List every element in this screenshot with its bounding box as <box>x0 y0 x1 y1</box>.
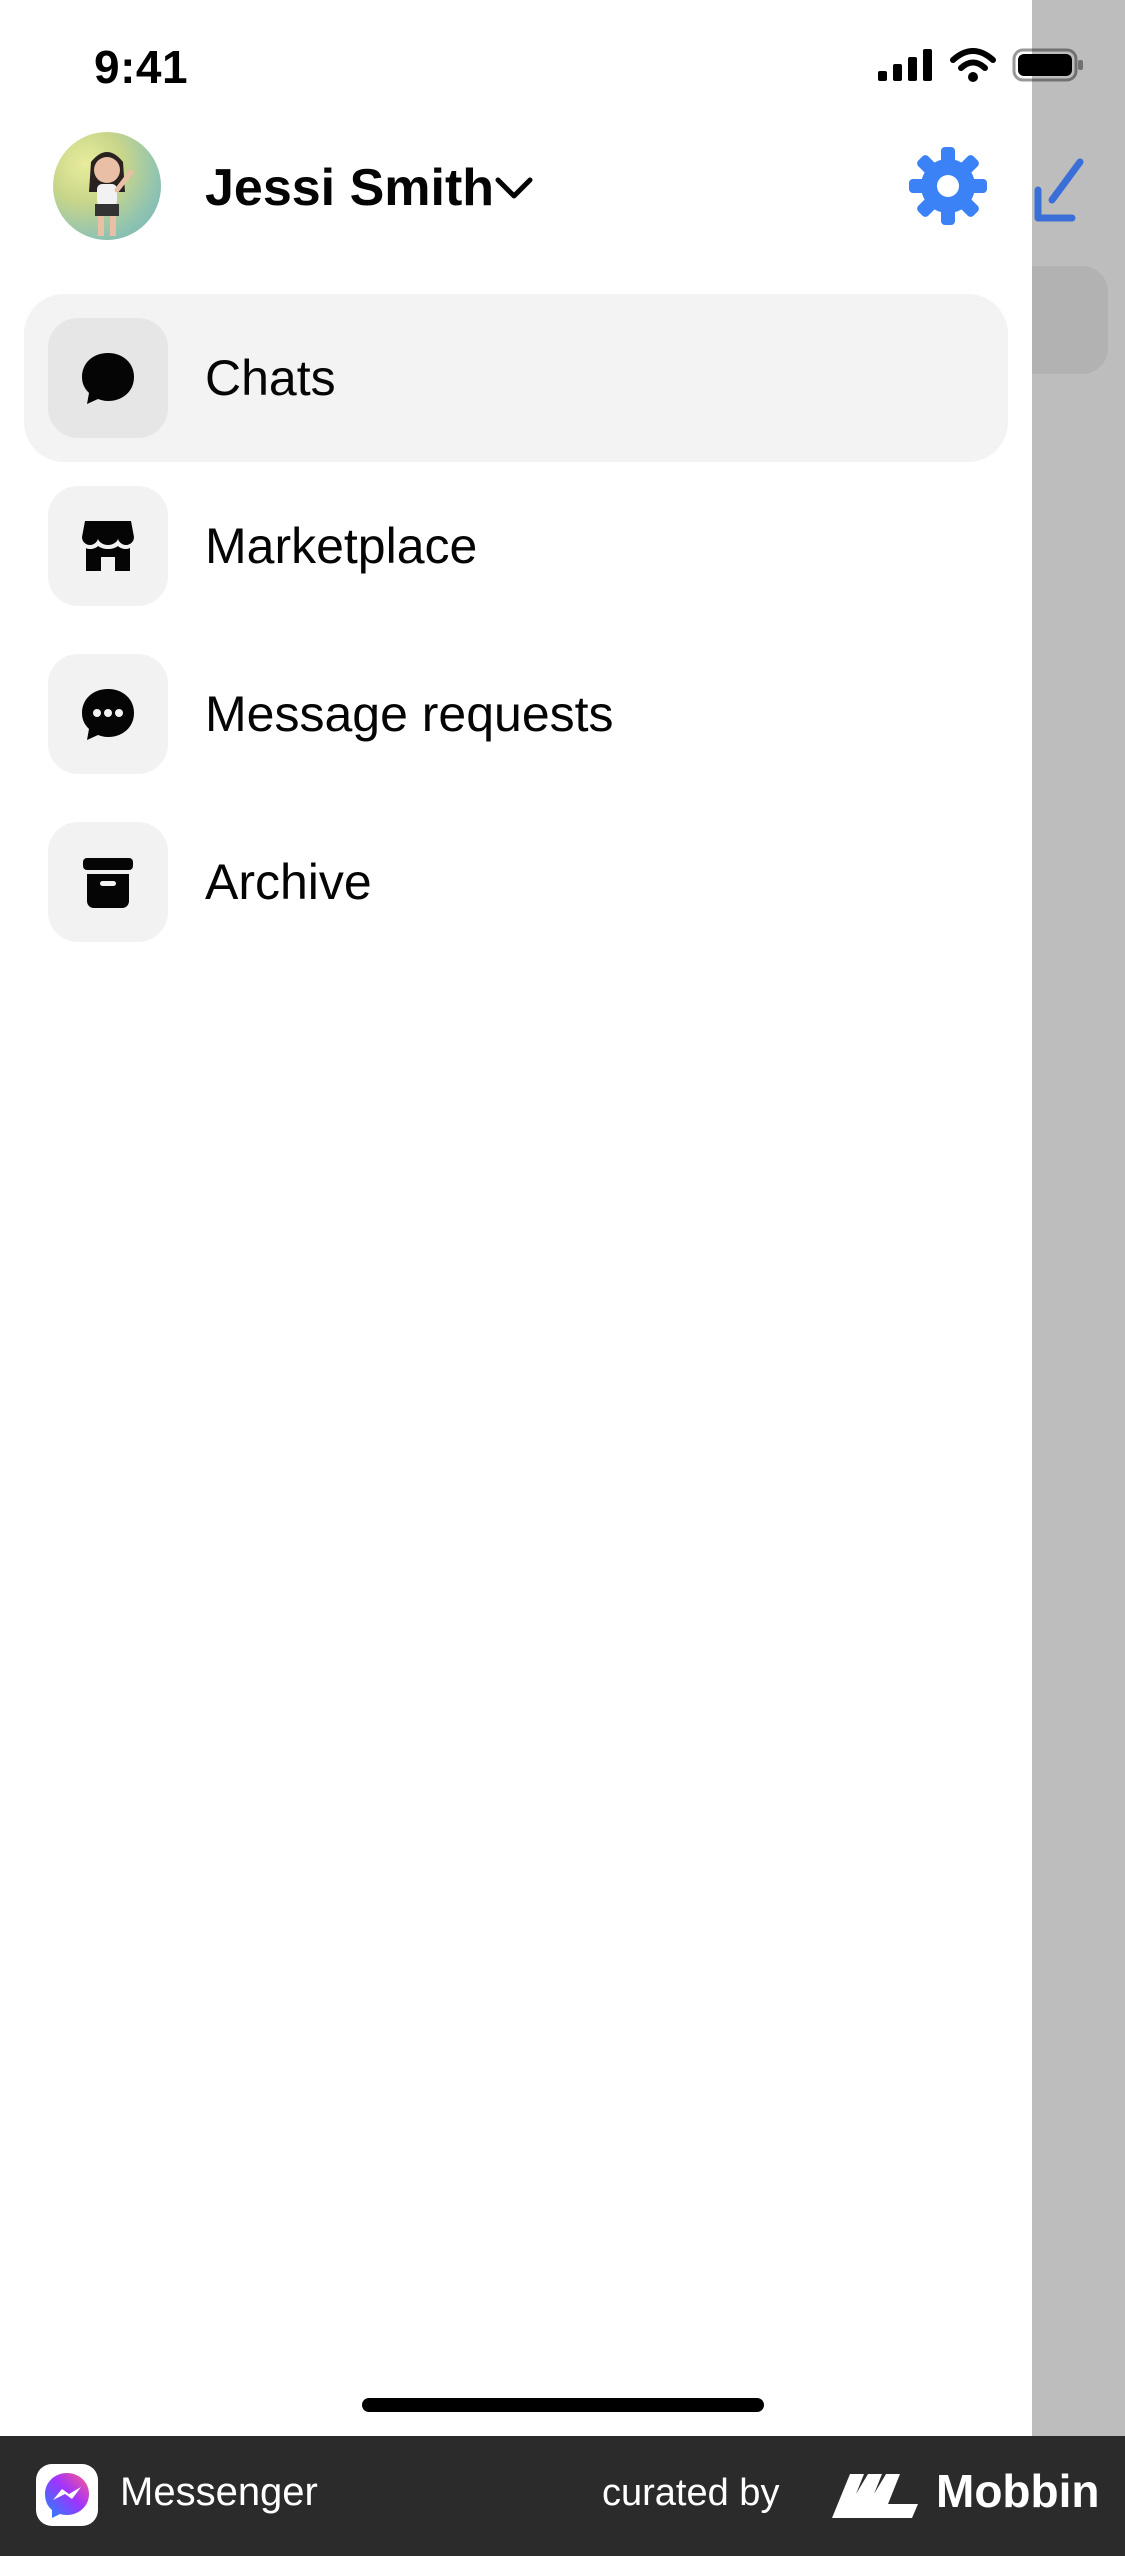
menu-label-marketplace: Marketplace <box>205 518 478 574</box>
menu-icon-tile <box>48 318 168 438</box>
message-requests-icon <box>82 689 134 740</box>
profile-name[interactable]: Jessi Smith <box>205 158 494 218</box>
chevron-down-icon[interactable] <box>492 170 536 206</box>
compose-icon <box>1034 158 1084 222</box>
status-bar: 9:41 <box>0 0 1083 140</box>
mobbin-logo-icon <box>832 2474 918 2518</box>
footer-curated-by: curated by <box>602 2472 780 2514</box>
menu-item-archive[interactable]: Archive <box>0 798 1032 966</box>
footer-brand-name: Mobbin <box>936 2465 1100 2517</box>
footer-bar: Messenger curated by Mobbin <box>0 2436 1125 2556</box>
menu-icon-tile <box>48 822 168 942</box>
status-icons <box>878 48 1084 82</box>
footer-app-name: Messenger <box>120 2470 318 2514</box>
menu-label-archive: Archive <box>205 854 372 910</box>
menu-label-chats: Chats <box>205 350 336 406</box>
storefront-icon <box>82 521 134 571</box>
chat-bubble-icon <box>82 353 134 404</box>
drawer-menu: Chats Marketplace Message requests Archi… <box>0 294 1032 966</box>
menu-item-chats[interactable]: Chats <box>0 294 1032 462</box>
navigation-drawer: 9:41 Jessi Smith Chats Marketplace Messa… <box>0 0 1083 2436</box>
menu-item-message-requests[interactable]: Message requests <box>0 630 1032 798</box>
search-bar-peek <box>1032 266 1108 374</box>
menu-icon-tile <box>48 486 168 606</box>
home-indicator[interactable] <box>362 2398 764 2412</box>
avatar[interactable] <box>53 132 161 240</box>
menu-icon-tile <box>48 654 168 774</box>
menu-label-message-requests: Message requests <box>205 686 614 742</box>
gear-icon[interactable] <box>906 144 990 228</box>
battery-icon <box>1012 48 1083 82</box>
messenger-app-icon <box>36 2464 98 2526</box>
messenger-logo-icon <box>45 2473 89 2518</box>
avatar-figure <box>89 152 134 236</box>
status-time: 9:41 <box>94 41 189 93</box>
wifi-icon <box>950 48 996 82</box>
menu-item-marketplace[interactable]: Marketplace <box>0 462 1032 630</box>
archive-box-icon <box>83 858 133 908</box>
cellular-signal-icon <box>878 49 932 81</box>
drawer-header: Jessi Smith <box>0 130 1032 244</box>
dimmed-underlying-screen[interactable] <box>1032 0 1125 2436</box>
